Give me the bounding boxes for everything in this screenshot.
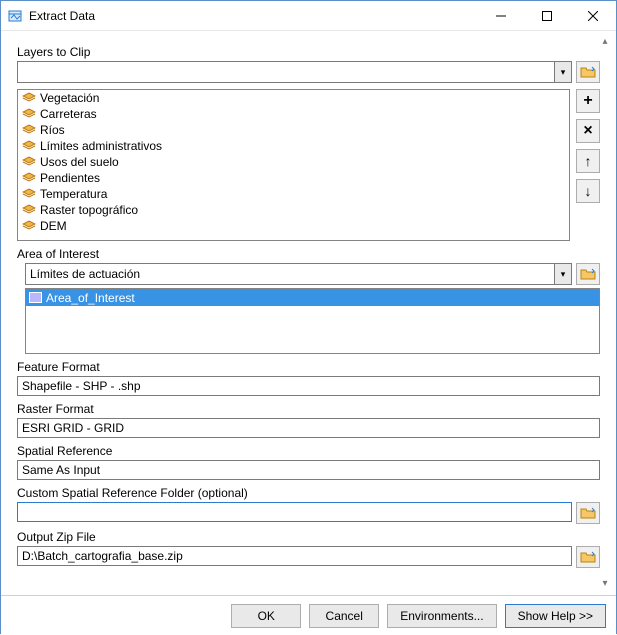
layer-icon [22,204,38,216]
layer-icon [22,156,38,168]
custom-sr-label: Custom Spatial Reference Folder (optiona… [17,486,600,500]
ok-button[interactable]: OK [231,604,301,628]
output-zip-input[interactable] [17,546,572,566]
feature-format-input[interactable] [17,376,600,396]
spatial-ref-label: Spatial Reference [17,444,600,458]
raster-format-input[interactable] [17,418,600,438]
layer-list-item[interactable]: Carreteras [18,106,569,122]
chevron-down-icon[interactable] [554,264,571,284]
show-help-button[interactable]: Show Help >> [505,604,606,628]
aoi-combo[interactable]: Límites de actuación [25,263,572,285]
layers-to-clip-label: Layers to Clip [17,45,600,59]
layer-item-label: DEM [40,219,67,233]
layers-combo[interactable] [17,61,572,83]
environments-button[interactable]: Environments... [387,604,496,628]
layer-list-item[interactable]: Temperatura [18,186,569,202]
layer-item-label: Vegetación [40,91,99,105]
aoi-item-label: Area_of_Interest [46,291,135,305]
layer-item-label: Usos del suelo [40,155,119,169]
layer-icon [22,92,38,104]
layer-item-label: Temperatura [40,187,107,201]
window-title: Extract Data [29,9,95,23]
layer-icon [22,172,38,184]
layer-list-item[interactable]: Límites administrativos [18,138,569,154]
layer-item-label: Carreteras [40,107,97,121]
layer-list-item[interactable]: Pendientes [18,170,569,186]
aoi-listbox[interactable]: Area_of_Interest [25,288,600,354]
layer-item-label: Límites administrativos [40,139,162,153]
scroll-down-icon: ▾ [602,577,607,591]
dialog-body: ▴ ▾ Layers to Clip Vegetación Carreteras R… [1,31,616,595]
feature-format-label: Feature Format [17,360,600,374]
layer-icon [22,188,38,200]
app-icon [7,8,23,24]
layer-icon [22,140,38,152]
maximize-button[interactable] [524,1,570,31]
aoi-combo-value: Límites de actuación [26,267,144,281]
layers-listbox[interactable]: Vegetación Carreteras Ríos Límites administ… [17,89,570,241]
layer-icon [22,124,38,136]
layer-list-item[interactable]: DEM [18,218,569,234]
scroll-up-icon: ▴ [602,35,607,49]
close-button[interactable] [570,1,616,31]
layer-item-label: Pendientes [40,171,100,185]
polygon-icon [29,292,42,303]
output-zip-label: Output Zip File [17,530,600,544]
minimize-button[interactable] [478,1,524,31]
cancel-button[interactable]: Cancel [309,604,379,628]
vertical-scrollbar[interactable]: ▴ ▾ [596,35,614,591]
layer-list-item[interactable]: Ríos [18,122,569,138]
aoi-list-item[interactable]: Area_of_Interest [26,289,599,306]
layer-list-item[interactable]: Raster topográfico [18,202,569,218]
spatial-ref-input[interactable] [17,460,600,480]
layer-item-label: Raster topográfico [40,203,138,217]
layer-icon [22,108,38,120]
titlebar: Extract Data [1,1,616,31]
aoi-label: Area of Interest [17,247,600,261]
layer-item-label: Ríos [40,123,65,137]
dialog-footer: OK Cancel Environments... Show Help >> [1,595,616,635]
layer-list-item[interactable]: Usos del suelo [18,154,569,170]
custom-sr-input[interactable] [17,502,572,522]
layer-list-item[interactable]: Vegetación [18,90,569,106]
chevron-down-icon[interactable] [554,62,571,82]
raster-format-label: Raster Format [17,402,600,416]
layer-icon [22,220,38,232]
